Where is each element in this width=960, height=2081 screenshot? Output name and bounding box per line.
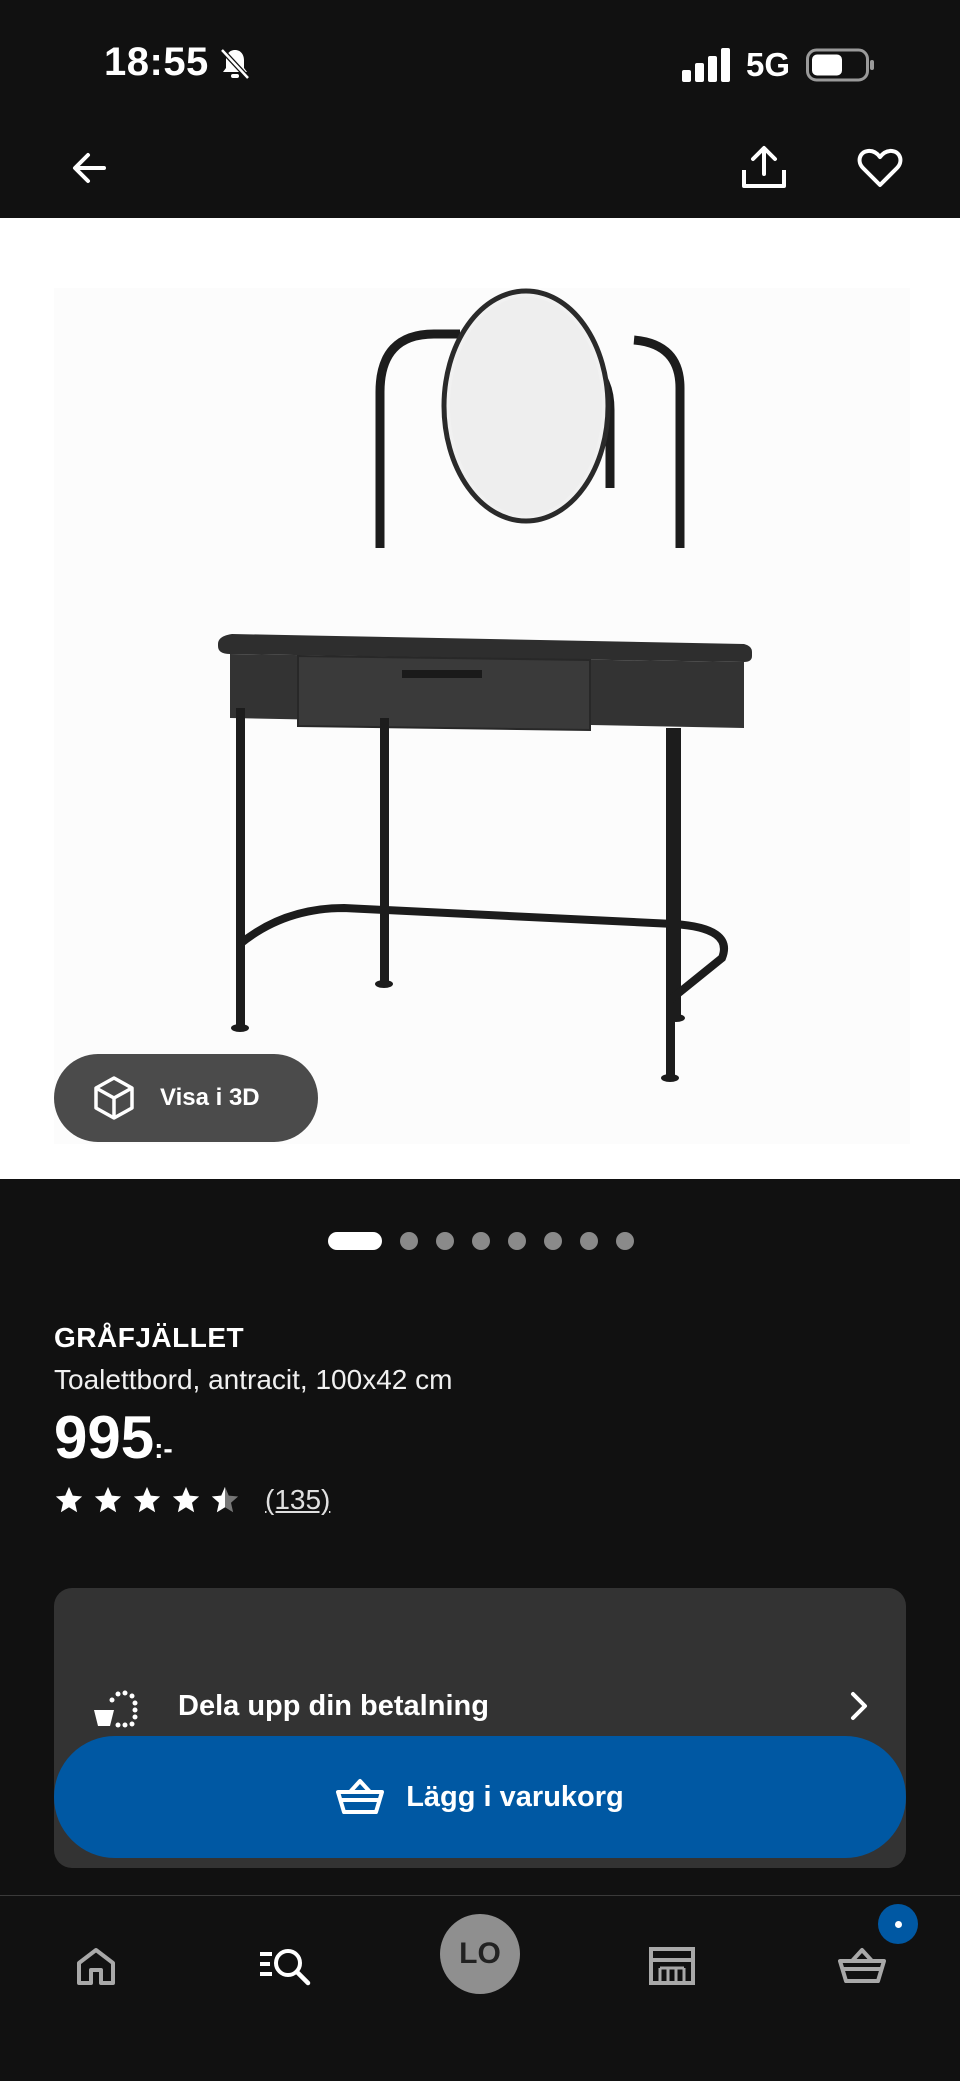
back-button[interactable] bbox=[58, 136, 122, 200]
product-image-area[interactable]: Visa i 3D bbox=[0, 218, 960, 1179]
star-full-icon bbox=[55, 1486, 83, 1513]
home-icon bbox=[77, 1948, 115, 1985]
add-to-cart-label: Lägg i varukorg bbox=[406, 1780, 624, 1813]
cart-badge-dot bbox=[894, 1920, 902, 1928]
carousel-dot-3[interactable] bbox=[436, 1232, 454, 1250]
bottom-tab-bar: LO bbox=[0, 1895, 960, 2081]
star-half-icon bbox=[211, 1486, 239, 1513]
product-price: 995:- bbox=[54, 1408, 914, 1468]
star-full-icon bbox=[133, 1486, 161, 1513]
product-name: GRÅFJÄLLET bbox=[54, 1322, 245, 1353]
top-nav bbox=[0, 130, 960, 218]
review-count-link[interactable]: (135) bbox=[265, 1484, 330, 1516]
tab-store[interactable] bbox=[632, 1926, 712, 2006]
installment-icon bbox=[94, 1690, 138, 1728]
basket-icon bbox=[336, 1779, 385, 1814]
installment-row[interactable]: Dela upp din betalning bbox=[54, 1666, 906, 1746]
installment-label: Dela upp din betalning bbox=[178, 1690, 489, 1722]
carousel-dot-6[interactable] bbox=[544, 1232, 562, 1250]
tab-search[interactable] bbox=[246, 1926, 326, 2006]
carousel-dot-8[interactable] bbox=[616, 1232, 634, 1250]
chevron-right-icon bbox=[851, 1692, 867, 1720]
favorite-button[interactable] bbox=[848, 136, 912, 200]
add-to-cart-button[interactable]: Lägg i varukorg bbox=[54, 1736, 906, 1858]
product-info: GRÅFJÄLLET Toalettbord, antracit, 100x42… bbox=[54, 1322, 914, 1516]
heart-icon bbox=[857, 148, 903, 187]
carousel-dot-2[interactable] bbox=[400, 1232, 418, 1250]
carousel-dot-7[interactable] bbox=[580, 1232, 598, 1250]
tab-profile-avatar[interactable]: LO bbox=[440, 1914, 520, 1994]
store-icon bbox=[649, 1947, 695, 1985]
price-value: 995 bbox=[54, 1404, 155, 1471]
carousel-indicator bbox=[0, 1232, 960, 1252]
product-description: Toalettbord, antracit, 100x42 cm bbox=[54, 1364, 453, 1395]
carousel-dot-5[interactable] bbox=[508, 1232, 526, 1250]
star-full-icon bbox=[94, 1486, 122, 1513]
rating[interactable]: (135) bbox=[54, 1484, 914, 1516]
signal-icon bbox=[682, 48, 730, 82]
vanity-table-illustration bbox=[218, 288, 752, 1082]
view-3d-button[interactable]: Visa i 3D bbox=[54, 1054, 318, 1142]
tab-home[interactable] bbox=[56, 1926, 136, 2006]
price-suffix: :- bbox=[154, 1433, 173, 1464]
arrow-left-icon bbox=[73, 153, 106, 183]
star-full-icon bbox=[172, 1486, 200, 1513]
carousel-dot-4[interactable] bbox=[472, 1232, 490, 1250]
network-label: 5G bbox=[746, 46, 791, 83]
view-3d-label: Visa i 3D bbox=[160, 1084, 260, 1111]
cart-badge bbox=[878, 1904, 918, 1944]
battery-icon bbox=[806, 48, 874, 82]
share-button[interactable] bbox=[732, 136, 796, 200]
search-icon bbox=[260, 1949, 311, 1986]
bell-muted-icon bbox=[220, 48, 250, 80]
product-image bbox=[54, 288, 910, 1144]
carousel-dot-1[interactable] bbox=[328, 1232, 382, 1250]
cube-icon bbox=[94, 1076, 134, 1120]
status-time: 18:55 bbox=[104, 40, 209, 84]
cart-icon bbox=[838, 1948, 886, 1983]
share-icon bbox=[742, 146, 786, 188]
status-bar: 18:55 5G bbox=[0, 0, 960, 130]
